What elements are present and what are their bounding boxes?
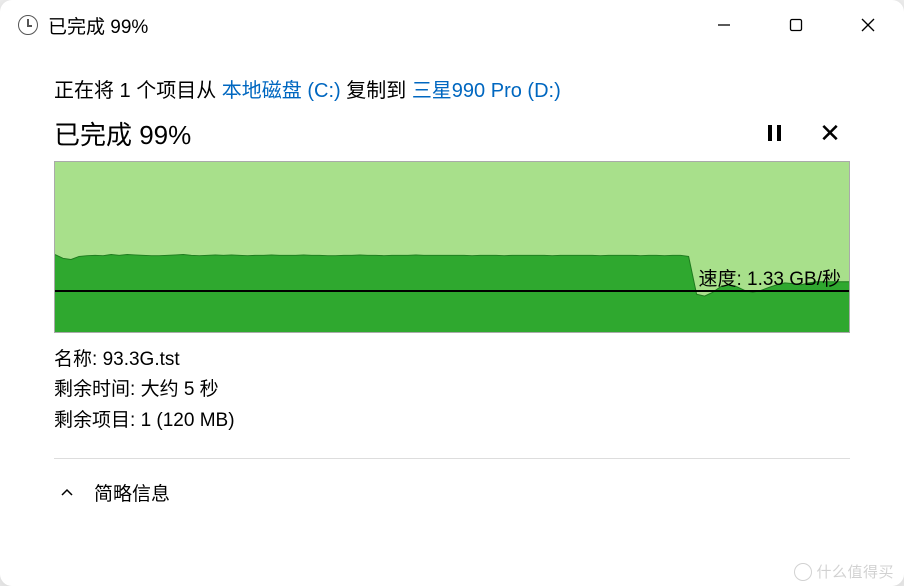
detail-time-remaining: 剩余时间: 大约 5 秒	[54, 375, 850, 405]
watermark: 什么值得买	[794, 561, 894, 582]
progress-label: 已完成 99%	[54, 115, 738, 152]
detail-name: 名称: 93.3G.tst	[54, 345, 850, 375]
minimize-button[interactable]	[688, 0, 760, 50]
progress-row: 已完成 99% ✕	[54, 113, 850, 153]
maximize-button[interactable]	[760, 0, 832, 50]
speed-chart: 速度: 1.33 GB/秒	[54, 161, 850, 333]
minimize-icon	[716, 17, 732, 33]
speed-label: 速度: 1.33 GB/秒	[696, 264, 843, 291]
window-title: 已完成 99%	[48, 12, 148, 39]
dialog-content: 正在将 1 个项目从 本地磁盘 (C:) 复制到 三星990 Pro (D:) …	[0, 50, 904, 586]
pause-icon	[768, 125, 781, 141]
file-copy-dialog: 已完成 99% 正在将 1 个项目从 本地磁盘 (C:) 复制到 三星990 P…	[0, 0, 904, 586]
pause-button[interactable]	[754, 113, 794, 153]
titlebar: 已完成 99%	[0, 0, 904, 50]
thumb-icon	[794, 563, 812, 581]
window-controls	[688, 0, 904, 50]
desc-mid: 复制到	[341, 80, 412, 102]
divider	[54, 458, 850, 459]
source-link[interactable]: 本地磁盘 (C:)	[222, 80, 341, 102]
dest-link[interactable]: 三星990 Pro (D:)	[412, 80, 561, 102]
clock-icon	[18, 15, 38, 35]
detail-items-remaining: 剩余项目: 1 (120 MB)	[54, 406, 850, 436]
chevron-up-icon	[60, 486, 74, 500]
toggle-details-button[interactable]: 简略信息	[54, 475, 850, 518]
close-icon	[860, 17, 876, 33]
copy-description: 正在将 1 个项目从 本地磁盘 (C:) 复制到 三星990 Pro (D:)	[54, 74, 850, 103]
cancel-button[interactable]: ✕	[810, 113, 850, 153]
close-window-button[interactable]	[832, 0, 904, 50]
desc-prefix: 正在将 1 个项目从	[54, 80, 222, 102]
chart-svg	[55, 162, 849, 332]
maximize-icon	[789, 18, 803, 32]
cancel-icon: ✕	[819, 120, 841, 146]
toggle-details-label: 简略信息	[94, 479, 170, 506]
